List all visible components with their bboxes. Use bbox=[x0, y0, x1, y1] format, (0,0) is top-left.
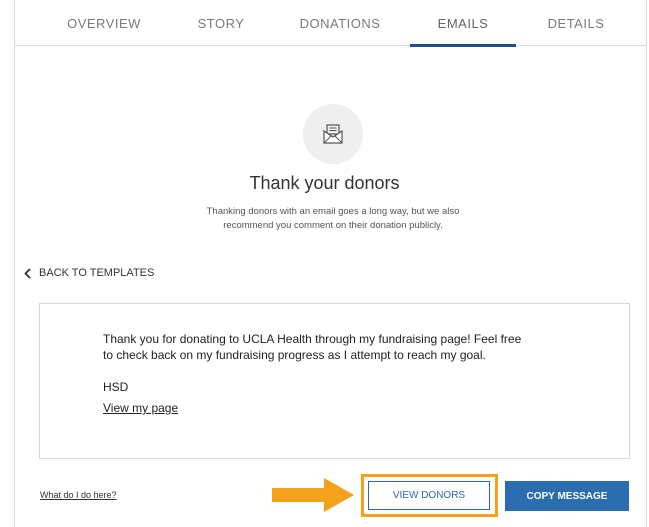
copy-message-button[interactable]: COPY MESSAGE bbox=[505, 481, 629, 511]
page-title: Thank your donors bbox=[249, 173, 400, 193]
tab-bar: OVERVIEW STORY DONATIONS EMAILS DETAILS bbox=[14, 0, 647, 47]
back-link-label: BACK TO TEMPLATES bbox=[39, 267, 155, 279]
tab-details[interactable]: DETAILS bbox=[538, 0, 614, 46]
message-preview: Thank you for donating to UCLA Health th… bbox=[39, 303, 630, 459]
subtitle-line: recommend you comment on their donation … bbox=[223, 220, 443, 231]
message-body: Thank you for donating to UCLA Health th… bbox=[103, 331, 583, 363]
help-link[interactable]: What do I do here? bbox=[40, 490, 117, 500]
view-my-page-link[interactable]: View my page bbox=[103, 401, 178, 415]
back-to-templates-link[interactable]: BACK TO TEMPLATES bbox=[24, 265, 154, 281]
chevron-left-icon bbox=[24, 267, 31, 279]
page-subtitle: Thanking donors with an email goes a lon… bbox=[150, 205, 516, 233]
tab-overview[interactable]: OVERVIEW bbox=[58, 0, 150, 46]
tab-donations[interactable]: DONATIONS bbox=[288, 0, 392, 46]
subtitle-line: Thanking donors with an email goes a lon… bbox=[206, 206, 460, 217]
message-line: Thank you for donating to UCLA Health th… bbox=[103, 332, 522, 346]
message-signature: HSD bbox=[103, 380, 129, 394]
arrow-right-icon bbox=[272, 477, 356, 518]
tab-emails[interactable]: EMAILS bbox=[410, 0, 516, 47]
tab-story[interactable]: STORY bbox=[186, 0, 256, 46]
envelope-letter-icon bbox=[303, 104, 363, 164]
message-line: to check back on my fundraising progress… bbox=[103, 348, 486, 362]
view-donors-button[interactable]: VIEW DONORS bbox=[368, 481, 490, 510]
